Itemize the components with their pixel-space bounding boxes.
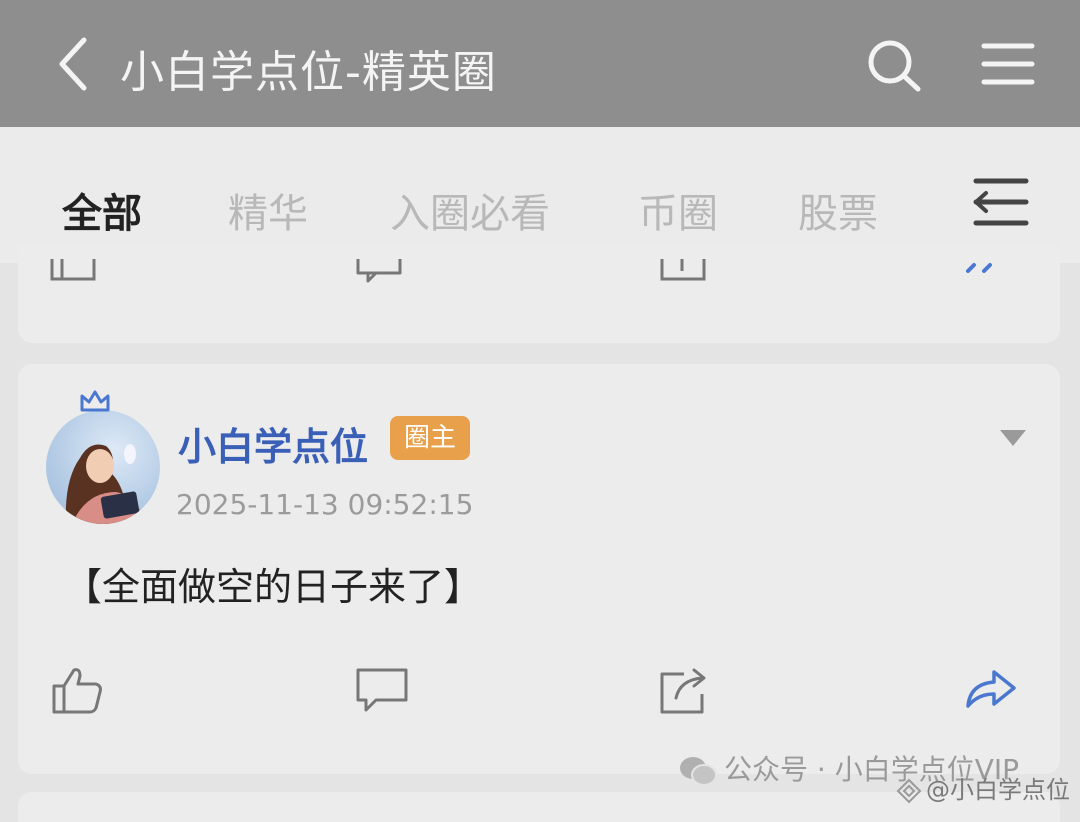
- tab-stocks[interactable]: 股票: [798, 181, 878, 239]
- search-icon[interactable]: [864, 36, 926, 94]
- tab-featured[interactable]: 精华: [228, 181, 308, 239]
- tab-must-read[interactable]: 入圈必看: [390, 181, 550, 239]
- chevron-left-icon[interactable]: [50, 34, 100, 94]
- post-timestamp: 2025-11-13 09:52:15: [176, 488, 474, 521]
- avatar-image: [46, 410, 160, 524]
- wechat-icon: [680, 757, 717, 786]
- owner-badge: 圈主: [390, 416, 471, 460]
- tab-bar: 全部 精华 入圈必看 币圈 股票: [0, 127, 1080, 263]
- post-content: 【全面做空的日子来了】: [64, 565, 483, 609]
- forward-icon[interactable]: [962, 664, 1018, 716]
- top-bar: 小白学点位-精英圈: [0, 0, 1080, 127]
- tab-crypto[interactable]: 币圈: [638, 181, 718, 239]
- like-icon[interactable]: [48, 245, 100, 283]
- watermark-handle: @小白学点位: [896, 770, 1070, 806]
- like-icon[interactable]: [50, 664, 106, 716]
- comment-icon[interactable]: [354, 245, 406, 283]
- watermark-handle-text: @小白学点位: [926, 776, 1070, 804]
- tab-all[interactable]: 全部: [62, 181, 142, 239]
- author-name[interactable]: 小白学点位: [178, 416, 368, 471]
- previous-post-card: [18, 245, 1060, 343]
- comment-icon[interactable]: [354, 664, 410, 716]
- tab-list-menu-icon[interactable]: [968, 175, 1032, 229]
- share-icon[interactable]: [658, 664, 714, 716]
- share-icon[interactable]: [658, 245, 710, 283]
- dropdown-arrow-icon[interactable]: [998, 428, 1028, 448]
- page-title: 小白学点位-精英圈: [120, 47, 497, 98]
- avatar[interactable]: [46, 410, 160, 524]
- crown-icon: [80, 390, 110, 412]
- forward-icon[interactable]: [960, 245, 1012, 283]
- post-card: 小白学点位 圈主 2025-11-13 09:52:15 【全面做空的日子来了】: [18, 364, 1060, 774]
- diamond-logo-icon: [896, 778, 922, 804]
- hamburger-menu-icon[interactable]: [978, 40, 1038, 88]
